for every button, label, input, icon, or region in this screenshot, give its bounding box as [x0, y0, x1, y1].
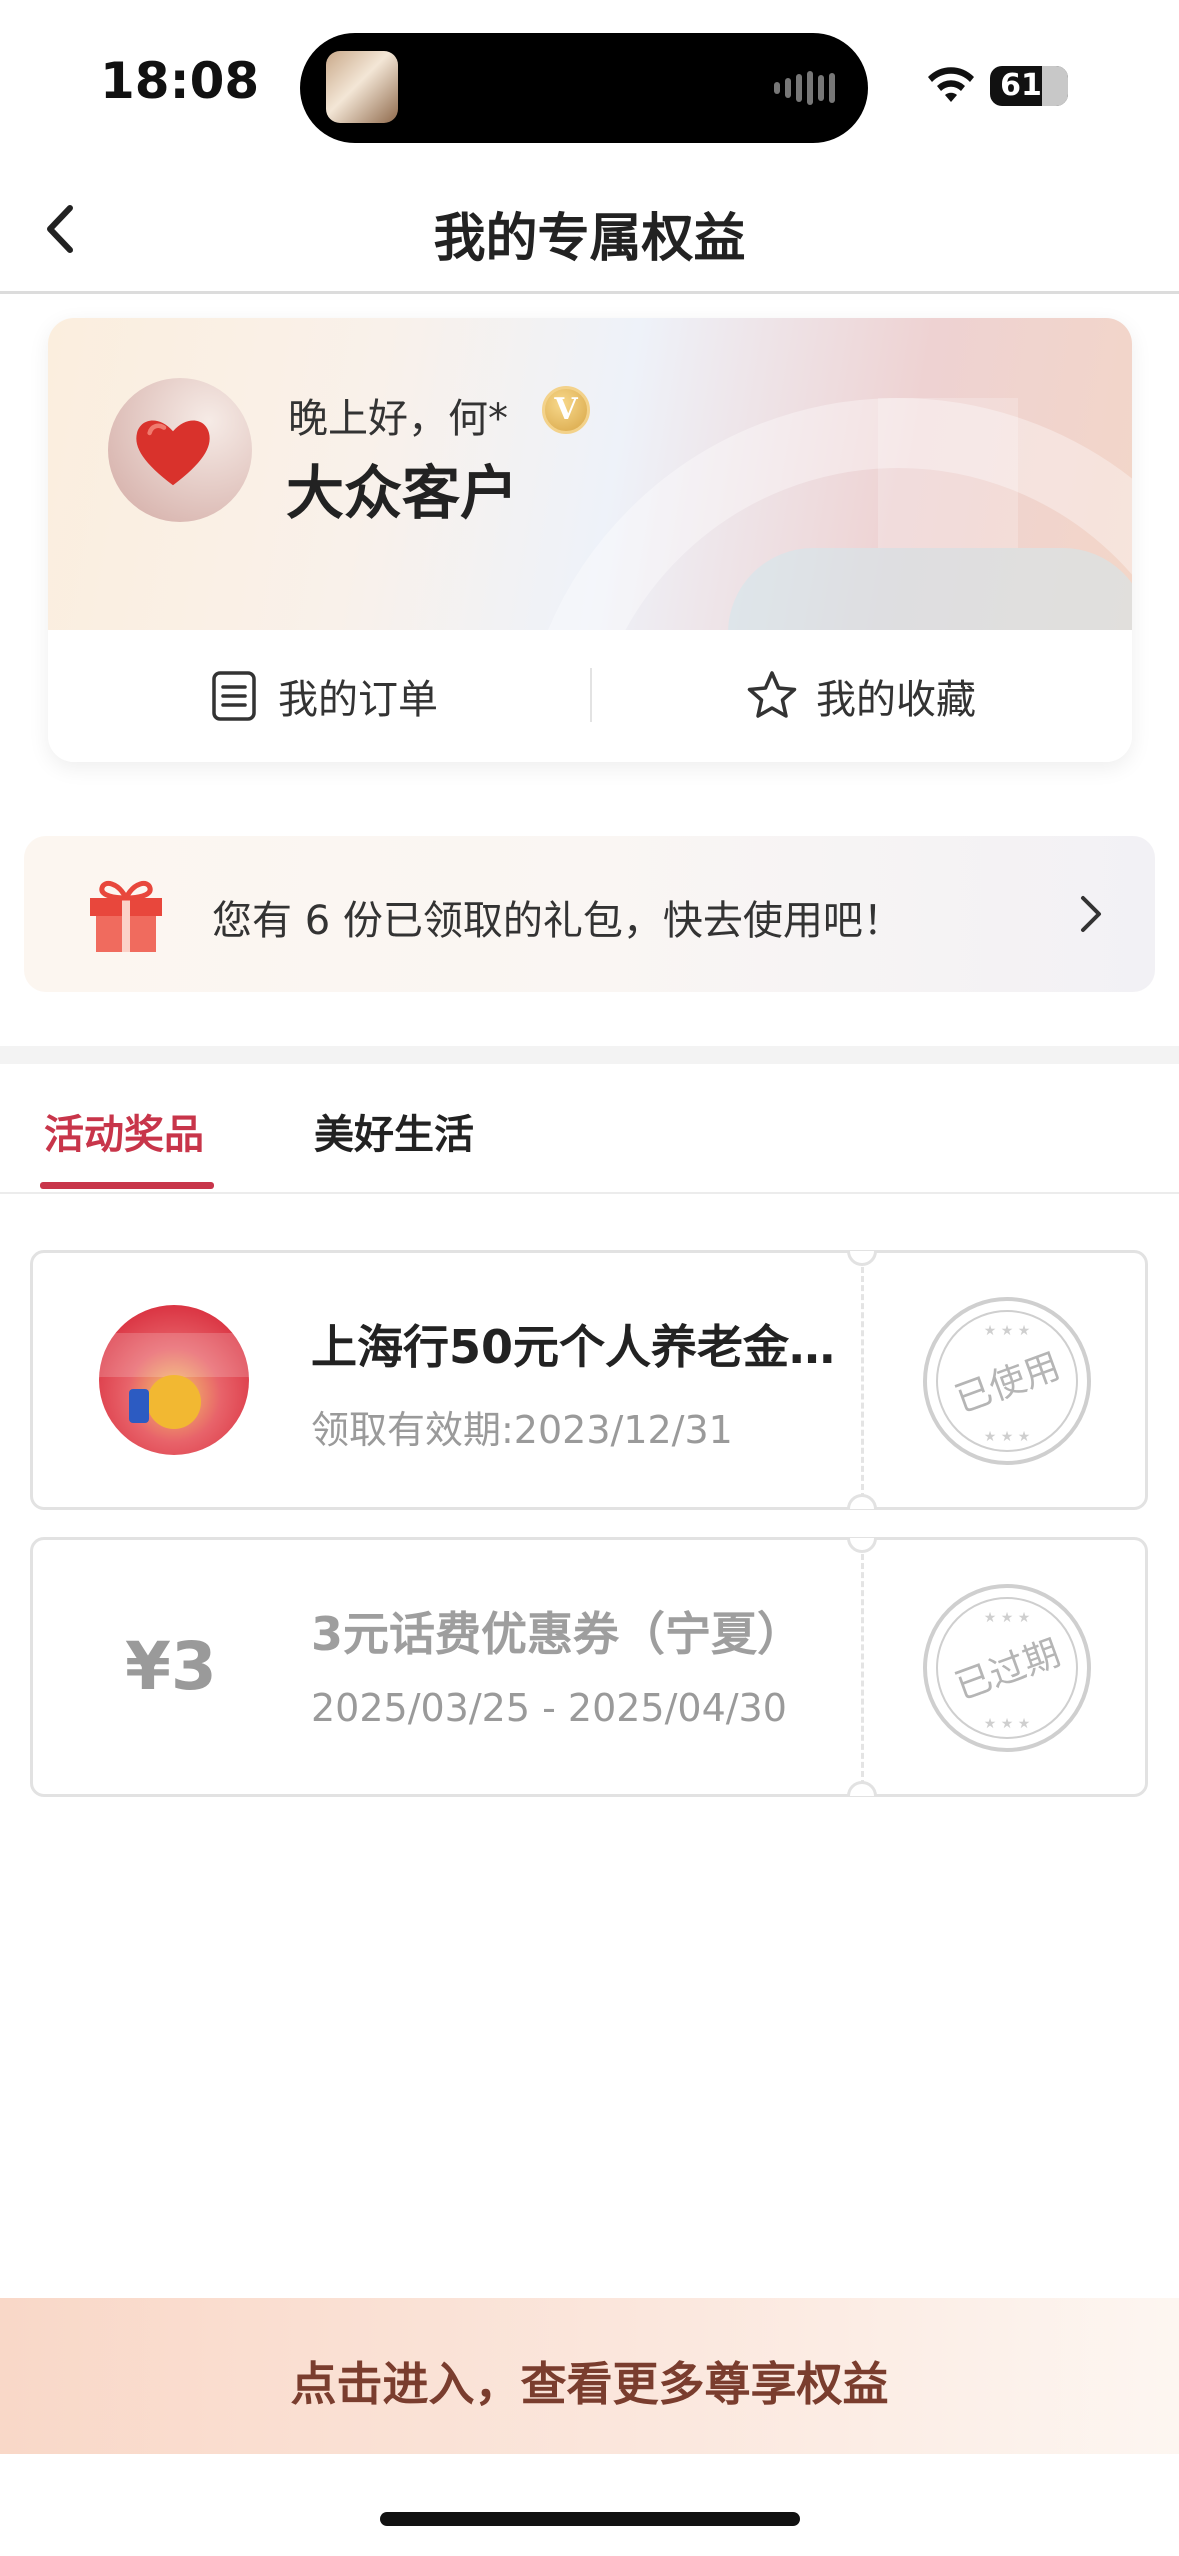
svg-text:★ ★ ★: ★ ★ ★	[984, 1610, 1031, 1626]
coupon-validity: 2025/03/25 - 2025/04/30	[311, 1686, 787, 1730]
order-list-icon	[212, 671, 256, 721]
my-orders-button[interactable]: 我的订单	[206, 630, 438, 762]
tab-activity-prizes[interactable]: 活动奖品	[44, 1102, 204, 1160]
customer-level: 大众客户	[286, 459, 519, 527]
section-divider	[0, 1046, 1179, 1064]
used-stamp-icon: ★ ★ ★ ★ ★ ★ 已使用	[923, 1297, 1091, 1465]
coupon-validity: 领取有效期:2023/12/31	[311, 1408, 733, 1452]
my-orders-label: 我的订单	[278, 677, 438, 723]
coupon-title: 3元话费优惠券（宁夏）	[311, 1607, 804, 1661]
coupon-card[interactable]: ¥3 3元话费优惠券（宁夏） 2025/03/25 - 2025/04/30 ★…	[30, 1537, 1148, 1797]
gift-icon	[90, 880, 162, 952]
promo-thumbnail	[99, 1305, 249, 1455]
vip-badge-icon: V	[542, 386, 590, 434]
audio-wave-icon	[774, 71, 838, 105]
now-playing-thumbnail	[326, 51, 398, 123]
divider	[590, 668, 592, 722]
wifi-icon	[928, 67, 974, 102]
status-bar: 18:08 61	[0, 0, 1179, 160]
profile-card: 晚上好，何* V 大众客户 我的订单 我的收藏	[48, 318, 1132, 762]
gift-notice-banner[interactable]: 您有 6 份已领取的礼包，快去使用吧！	[24, 836, 1155, 992]
tab-bar: 活动奖品 美好生活	[0, 1064, 1179, 1194]
nav-bar: 我的专属权益	[0, 160, 1179, 294]
coupon-card[interactable]: 上海行50元个人养老金专属立减金 领取有效期:2023/12/31 ★ ★ ★ …	[30, 1250, 1148, 1510]
active-tab-indicator	[40, 1182, 214, 1189]
avatar[interactable]	[108, 378, 252, 522]
coupon-status: 已使用	[950, 1346, 1066, 1421]
coupon-status: 已过期	[950, 1633, 1066, 1708]
chevron-right-icon	[1081, 896, 1101, 932]
status-time: 18:08	[100, 52, 260, 110]
my-favorites-label: 我的收藏	[816, 677, 976, 723]
my-favorites-button[interactable]: 我的收藏	[744, 630, 976, 762]
expired-stamp-icon: ★ ★ ★ ★ ★ ★ 已过期	[923, 1584, 1091, 1752]
more-benefits-banner[interactable]: 点击进入，查看更多尊享权益	[0, 2298, 1179, 2454]
tab-good-life[interactable]: 美好生活	[314, 1102, 474, 1160]
svg-text:★ ★ ★: ★ ★ ★	[984, 1716, 1031, 1732]
battery-icon: 61	[990, 66, 1068, 106]
coupon-title: 上海行50元个人养老金专属立减金	[311, 1320, 851, 1374]
profile-actions: 我的订单 我的收藏	[48, 630, 1132, 762]
coupon-perforation	[861, 1554, 864, 1786]
svg-text:★ ★ ★: ★ ★ ★	[984, 1429, 1031, 1445]
battery-level: 61	[1000, 68, 1042, 103]
profile-banner: 晚上好，何* V 大众客户	[48, 318, 1132, 630]
star-icon	[747, 671, 797, 718]
svg-text:★ ★ ★: ★ ★ ★	[984, 1323, 1031, 1339]
coupon-perforation	[861, 1267, 864, 1499]
coupon-amount: ¥3	[125, 1628, 217, 1705]
gift-notice-text: 您有 6 份已领取的礼包，快去使用吧！	[212, 898, 903, 944]
greeting-text: 晚上好，何*	[288, 396, 508, 442]
dynamic-island	[300, 33, 868, 143]
heart-icon	[136, 420, 210, 486]
more-benefits-text: 点击进入，查看更多尊享权益	[290, 2357, 889, 2411]
page-title: 我的专属权益	[433, 209, 746, 269]
home-indicator[interactable]	[380, 2512, 800, 2526]
